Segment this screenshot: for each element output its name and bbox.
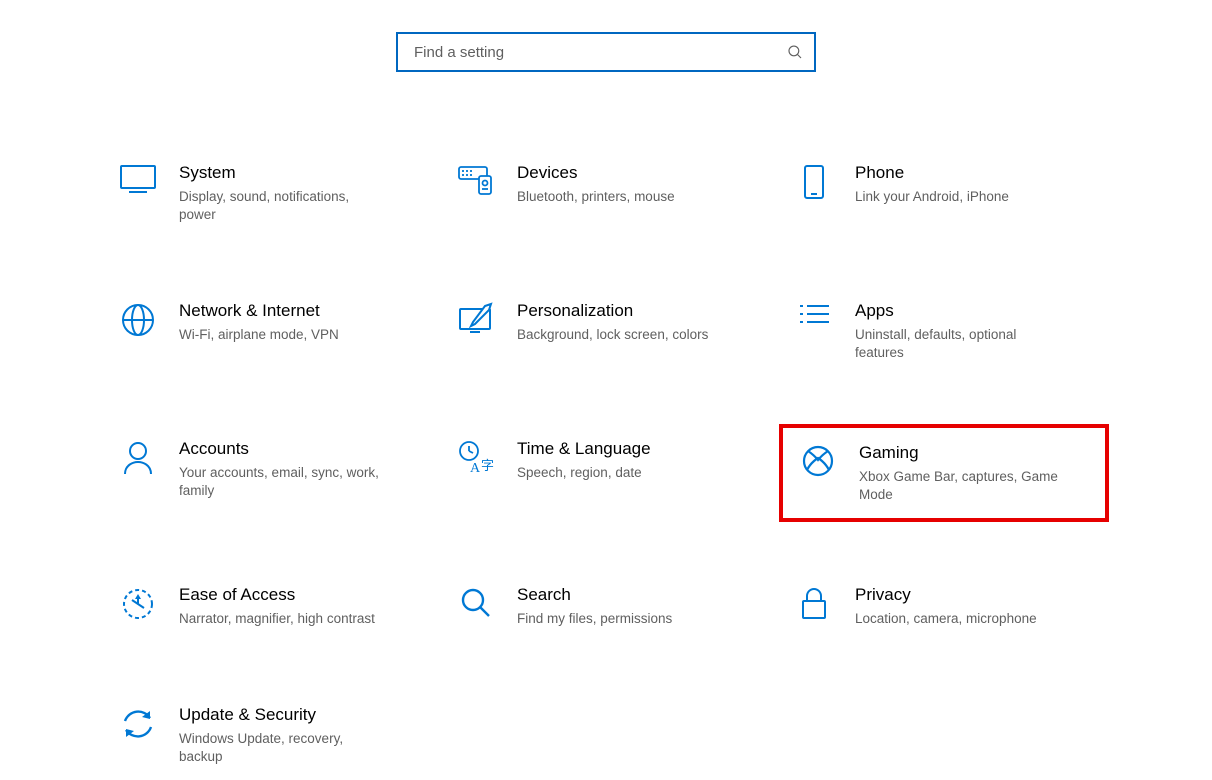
tile-devices[interactable]: Devices Bluetooth, printers, mouse — [441, 148, 771, 238]
tile-apps[interactable]: Apps Uninstall, defaults, optional featu… — [779, 286, 1109, 376]
tile-title: Network & Internet — [179, 300, 339, 322]
tile-title: Devices — [517, 162, 675, 184]
settings-home: System Display, sound, notifications, po… — [0, 0, 1212, 780]
tile-search[interactable]: Search Find my files, permissions — [441, 570, 771, 642]
tile-accounts[interactable]: Accounts Your accounts, email, sync, wor… — [103, 424, 433, 522]
tile-title: Privacy — [855, 584, 1037, 606]
ease-of-access-icon — [115, 584, 161, 622]
tile-privacy[interactable]: Privacy Location, camera, microphone — [779, 570, 1109, 642]
tile-desc: Display, sound, notifications, power — [179, 188, 389, 224]
search-icon — [786, 43, 804, 61]
search-input[interactable] — [412, 43, 786, 62]
network-icon — [115, 300, 161, 338]
tile-desc: Uninstall, defaults, optional features — [855, 326, 1065, 362]
tile-title: Apps — [855, 300, 1065, 322]
tile-title: Ease of Access — [179, 584, 375, 606]
tile-desc: Your accounts, email, sync, work, family — [179, 464, 389, 500]
tile-ease-of-access[interactable]: Ease of Access Narrator, magnifier, high… — [103, 570, 433, 642]
tile-desc: Xbox Game Bar, captures, Game Mode — [859, 468, 1069, 504]
tile-desc: Speech, region, date — [517, 464, 651, 482]
tile-desc: Location, camera, microphone — [855, 610, 1037, 628]
tile-network[interactable]: Network & Internet Wi-Fi, airplane mode,… — [103, 286, 433, 376]
personalization-icon — [453, 300, 499, 334]
devices-icon — [453, 162, 499, 196]
accounts-icon — [115, 438, 161, 476]
tile-update-security[interactable]: Update & Security Windows Update, recove… — [103, 690, 433, 780]
tile-time-language[interactable]: A 字 Time & Language Speech, region, date — [441, 424, 771, 522]
tile-title: Accounts — [179, 438, 389, 460]
gaming-icon — [795, 442, 841, 478]
tile-title: System — [179, 162, 389, 184]
search-wrap — [0, 32, 1212, 72]
tile-personalization[interactable]: Personalization Background, lock screen,… — [441, 286, 771, 376]
svg-text:A: A — [470, 461, 481, 476]
tile-desc: Narrator, magnifier, high contrast — [179, 610, 375, 628]
search-box[interactable] — [396, 32, 816, 72]
system-icon — [115, 162, 161, 194]
tile-gaming[interactable]: Gaming Xbox Game Bar, captures, Game Mod… — [779, 424, 1109, 522]
tile-title: Update & Security — [179, 704, 389, 726]
tile-desc: Wi-Fi, airplane mode, VPN — [179, 326, 339, 344]
tile-title: Personalization — [517, 300, 708, 322]
tile-title: Search — [517, 584, 672, 606]
tile-desc: Link your Android, iPhone — [855, 188, 1009, 206]
tile-title: Gaming — [859, 442, 1069, 464]
tile-system[interactable]: System Display, sound, notifications, po… — [103, 148, 433, 238]
time-language-icon: A 字 — [453, 438, 499, 476]
tile-desc: Background, lock screen, colors — [517, 326, 708, 344]
phone-icon — [791, 162, 837, 200]
search-tile-icon — [453, 584, 499, 620]
privacy-icon — [791, 584, 837, 622]
apps-icon — [791, 300, 837, 330]
tile-title: Time & Language — [517, 438, 651, 460]
tile-phone[interactable]: Phone Link your Android, iPhone — [779, 148, 1109, 238]
settings-grid: System Display, sound, notifications, po… — [0, 148, 1212, 780]
tile-desc: Find my files, permissions — [517, 610, 672, 628]
svg-text:字: 字 — [481, 458, 494, 473]
update-security-icon — [115, 704, 161, 742]
tile-title: Phone — [855, 162, 1009, 184]
tile-desc: Bluetooth, printers, mouse — [517, 188, 675, 206]
tile-desc: Windows Update, recovery, backup — [179, 730, 389, 766]
